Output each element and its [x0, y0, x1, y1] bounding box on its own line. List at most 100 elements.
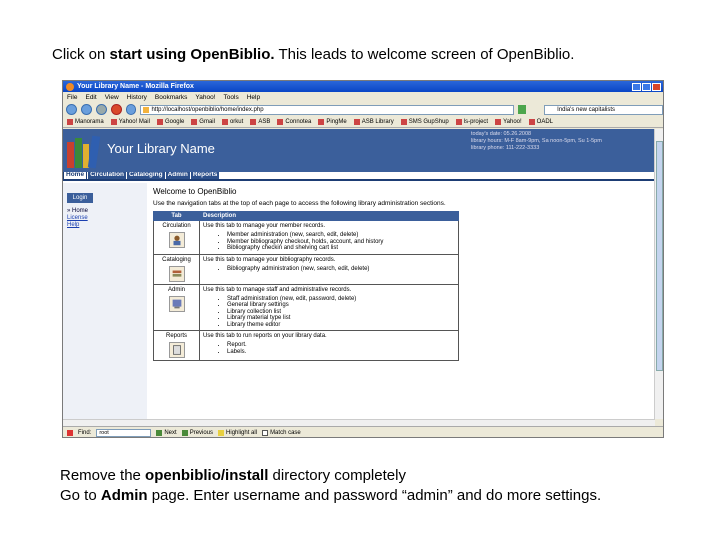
- reports-icon[interactable]: [168, 342, 185, 358]
- column-header-tab: Tab: [153, 211, 200, 221]
- highlight-all-label: Highlight all: [226, 429, 258, 436]
- bookmark-icon: [400, 119, 407, 125]
- menu-history[interactable]: History: [127, 94, 147, 101]
- find-input[interactable]: root: [96, 428, 152, 437]
- bookmark-item[interactable]: Gmail: [191, 119, 215, 125]
- bookmark-item[interactable]: PingMe: [318, 119, 347, 125]
- bookmark-icon: [277, 119, 284, 125]
- find-next-label: Next: [164, 429, 177, 436]
- bookmark-item[interactable]: Yahoo!: [495, 119, 522, 125]
- sidebar: Login » Home License Help: [63, 183, 147, 419]
- vertical-scrollbar[interactable]: [654, 129, 663, 419]
- bookmark-label: ASB Library: [361, 119, 394, 125]
- caption-bottom-line-2: Go to Admin page. Enter username and pas…: [60, 486, 601, 506]
- search-input[interactable]: India's new capitalists: [544, 104, 663, 115]
- caption-text: Go to: [60, 487, 101, 504]
- bookmark-icon: [191, 119, 198, 125]
- bookmark-label: Connotea: [285, 119, 312, 125]
- bookmark-item[interactable]: ASB: [250, 119, 270, 125]
- sidebar-item-help[interactable]: Help: [67, 222, 88, 229]
- circulation-icon[interactable]: [168, 232, 185, 248]
- find-previous-button[interactable]: Previous: [181, 429, 213, 436]
- caption-text: page. Enter username and password “admin…: [147, 487, 602, 504]
- table-row: Reports Use this tab to run reports on y…: [153, 330, 459, 361]
- caption-bold: openbiblio/install: [145, 467, 269, 484]
- reload-icon[interactable]: [95, 104, 107, 115]
- menu-bookmarks[interactable]: Bookmarks: [155, 94, 188, 101]
- bookmark-label: ls-project: [463, 119, 489, 125]
- bookmark-item[interactable]: ls-project: [455, 119, 489, 125]
- table-row: Circulation Use this tab to manage your …: [153, 220, 459, 255]
- bookmark-item[interactable]: OADL: [528, 119, 554, 125]
- page-title: Welcome to OpenBiblio: [153, 187, 237, 196]
- bookmark-label: Manorama: [75, 119, 104, 125]
- close-find-icon[interactable]: [67, 429, 73, 436]
- go-icon[interactable]: [518, 105, 527, 114]
- column-header-description: Description: [199, 211, 459, 221]
- list-item: Bibliography administration (new, search…: [227, 266, 455, 273]
- browser-screenshot: Your Library Name - Mozilla Firefox File…: [62, 80, 664, 438]
- menu-tools[interactable]: Tools: [224, 94, 239, 101]
- bookmark-icon: [528, 119, 535, 125]
- admin-icon[interactable]: [168, 295, 185, 312]
- table-row: Cataloging Use this tab to manage your b…: [153, 253, 459, 285]
- window-title: Your Library Name - Mozilla Firefox: [77, 83, 194, 90]
- sidebar-links: » Home License Help: [67, 208, 88, 229]
- row-description: Use this tab to manage your member recor…: [203, 223, 326, 229]
- row-description-cell: Use this tab to manage your member recor…: [199, 220, 459, 255]
- firefox-icon: [66, 82, 74, 91]
- bookmark-icon: [221, 119, 228, 125]
- menu-help[interactable]: Help: [247, 94, 260, 101]
- bookmark-item[interactable]: ASB Library: [353, 119, 394, 125]
- bookmark-label: Yahoo!: [503, 119, 522, 125]
- bookmark-label: OADL: [536, 119, 554, 125]
- row-description-cell: Use this tab to manage staff and adminis…: [199, 283, 459, 331]
- up-arrow-icon: [181, 429, 188, 436]
- menu-file[interactable]: File: [67, 94, 77, 101]
- navigation-toolbar: http://localhost/openbiblio/home/index.p…: [63, 102, 663, 117]
- bookmark-item[interactable]: orkut: [221, 119, 243, 125]
- library-banner: Your Library Name today's date: 05.26.20…: [63, 129, 655, 172]
- bookmark-item[interactable]: Manorama: [67, 119, 104, 125]
- menu-yahoo[interactable]: Yahoo!: [195, 94, 215, 101]
- instruction-caption-top: Click on start using OpenBiblio. This le…: [52, 46, 574, 63]
- library-info: today's date: 05.26.2008 library hours: …: [471, 131, 602, 152]
- bookmark-icon: [353, 119, 360, 125]
- close-button[interactable]: [652, 82, 661, 91]
- menu-edit[interactable]: Edit: [85, 94, 96, 101]
- caption-text: Remove the: [60, 467, 146, 484]
- cataloging-icon[interactable]: [168, 265, 185, 282]
- url-bar[interactable]: http://localhost/openbiblio/home/index.p…: [140, 104, 515, 115]
- stop-icon[interactable]: [110, 104, 122, 115]
- bookmark-item[interactable]: Connotea: [277, 119, 311, 125]
- forward-icon[interactable]: [80, 104, 92, 115]
- table-header-row: Tab Description: [153, 211, 459, 221]
- row-tab-label: Circulation: [162, 223, 191, 229]
- scrollbar-thumb[interactable]: [656, 141, 663, 371]
- bookmark-item[interactable]: Yahoo! Mail: [110, 119, 150, 125]
- row-description: Use this tab to run reports on your libr…: [203, 333, 327, 339]
- row-description-cell: Use this tab to run reports on your libr…: [199, 330, 459, 361]
- bookmark-icon: [250, 119, 257, 125]
- row-description-cell: Use this tab to manage your bibliography…: [199, 253, 459, 285]
- minimize-button[interactable]: [632, 82, 641, 91]
- home-icon[interactable]: [125, 104, 137, 115]
- match-case-checkbox[interactable]: Match case: [262, 429, 301, 436]
- back-icon[interactable]: [66, 104, 77, 115]
- menu-view[interactable]: View: [105, 94, 119, 101]
- menu-bar: File Edit View History Bookmarks Yahoo! …: [63, 92, 663, 102]
- sidebar-item-home[interactable]: » Home: [67, 208, 88, 214]
- bookmarks-toolbar: Manorama Yahoo! Mail Google Gmail orkut …: [63, 117, 663, 128]
- maximize-button[interactable]: [642, 82, 651, 91]
- find-next-button[interactable]: Next: [156, 429, 177, 436]
- row-tab-cell: Circulation: [153, 220, 200, 255]
- find-label: Find:: [78, 429, 92, 436]
- caption-top-post: This leads to welcome screen of OpenBibl…: [274, 46, 575, 63]
- highlight-all-button[interactable]: Highlight all: [218, 429, 258, 436]
- bookmark-item[interactable]: Google: [156, 119, 184, 125]
- login-button[interactable]: Login: [67, 193, 93, 203]
- sidebar-item-license[interactable]: License: [67, 215, 88, 222]
- bookmark-icon: [455, 119, 462, 125]
- page-viewport: Your Library Name today's date: 05.26.20…: [63, 129, 655, 419]
- bookmark-item[interactable]: SMS GupShup: [400, 119, 449, 125]
